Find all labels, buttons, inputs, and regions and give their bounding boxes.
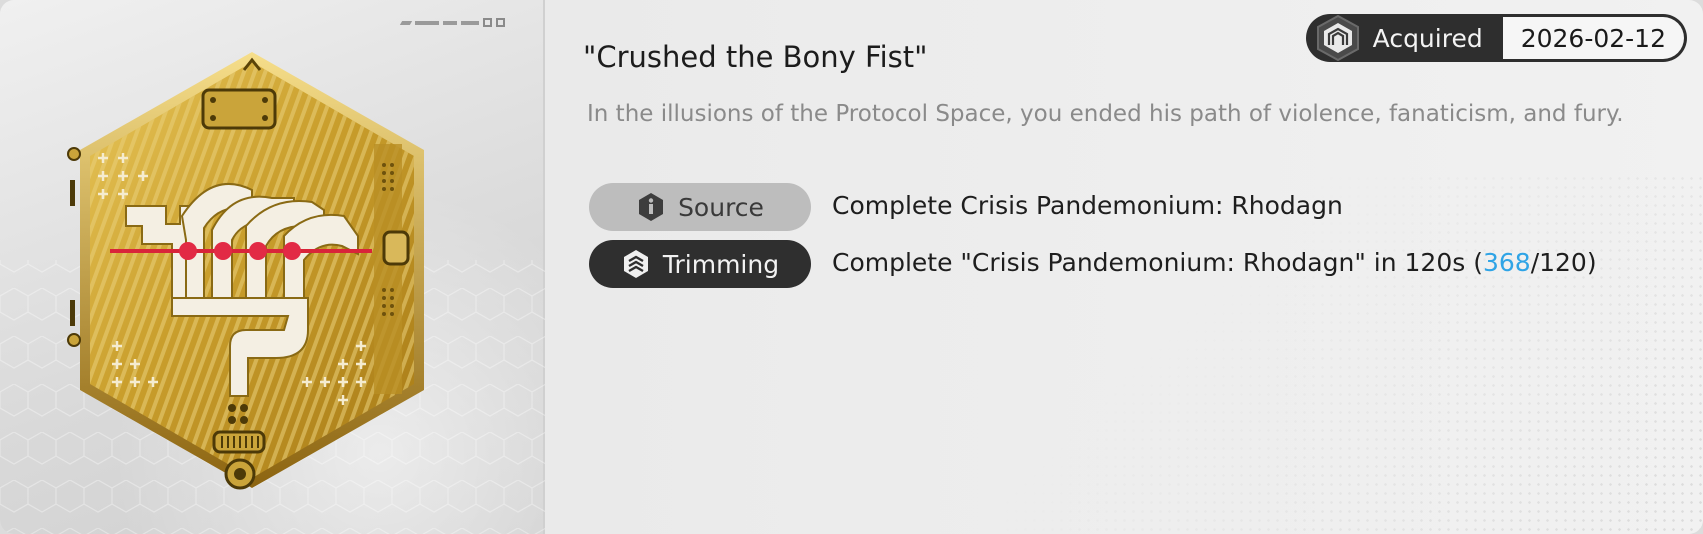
- acquired-date: 2026-02-12: [1502, 17, 1684, 59]
- acquired-label: Acquired: [1372, 23, 1483, 53]
- dot-pattern-background: [1003, 174, 1703, 534]
- achievement-title: "Crushed the Bony Fist": [583, 40, 928, 74]
- achievement-details: "Crushed the Bony Fist" In the illusions…: [545, 0, 1703, 534]
- info-icon: [639, 193, 664, 221]
- trimming-text-prefix: Complete "Crisis Pandemonium: Rhodagn" i…: [832, 248, 1483, 277]
- trimming-progress-current: 368: [1482, 248, 1531, 277]
- trimming-text-suffix: /120): [1530, 248, 1597, 277]
- achievement-card: "Crushed the Bony Fist" In the illusions…: [0, 0, 1703, 534]
- panel-decoration: [399, 18, 505, 27]
- acquired-emblem-icon: [1316, 15, 1359, 61]
- source-label: Source: [678, 192, 764, 222]
- acquired-badge: Acquired 2026-02-12: [1305, 14, 1687, 62]
- achievement-medal-image: [67, 52, 424, 490]
- achievement-description: In the illusions of the Protocol Space, …: [587, 101, 1624, 127]
- medal-art-panel: [0, 0, 545, 534]
- trimming-tag: Trimming: [589, 240, 811, 288]
- acquired-status: Acquired: [1309, 15, 1503, 61]
- source-requirement-text: Complete Crisis Pandemonium: Rhodagn: [832, 191, 1343, 220]
- trimming-label: Trimming: [662, 249, 780, 279]
- trimming-icon: [623, 250, 648, 278]
- source-tag: Source: [589, 183, 811, 231]
- trimming-requirement-text: Complete "Crisis Pandemonium: Rhodagn" i…: [832, 248, 1597, 277]
